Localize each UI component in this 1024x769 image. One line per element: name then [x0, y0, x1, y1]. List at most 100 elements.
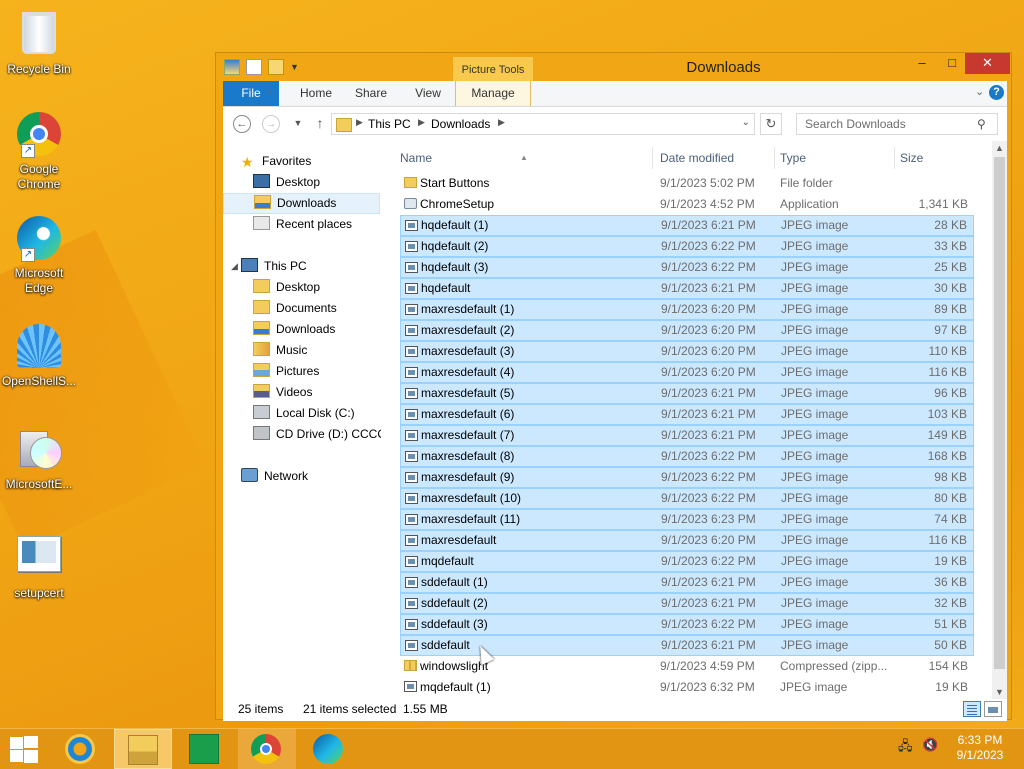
- chevron-right-icon[interactable]: ▶: [356, 117, 363, 128]
- open-shell-icon: [15, 324, 63, 372]
- file-row[interactable]: maxresdefault (1) 9/1/2023 6:20 PM JPEG im…: [400, 299, 974, 320]
- file-row[interactable]: mqdefault 9/1/2023 6:22 PM JPEG image 19 KB: [400, 551, 974, 572]
- file-row[interactable]: sddefault (1) 9/1/2023 6:21 PM JPEG image 3…: [400, 572, 974, 593]
- volume-muted-icon[interactable]: 🔇: [922, 737, 938, 753]
- file-row[interactable]: sddefault (2) 9/1/2023 6:21 PM JPEG image 3…: [400, 593, 974, 614]
- breadcrumb-downloads[interactable]: Downloads: [431, 117, 490, 131]
- file-row[interactable]: maxresdefault (3) 9/1/2023 6:20 PM JPEG im…: [400, 341, 974, 362]
- column-header-name[interactable]: Name ▲: [400, 145, 650, 171]
- file-name: sddefault: [421, 638, 470, 652]
- maximize-button[interactable]: □: [938, 53, 966, 74]
- column-header-size[interactable]: Size: [900, 145, 970, 171]
- nav-favorites[interactable]: ★ Favorites: [241, 151, 311, 172]
- file-row[interactable]: maxresdefault (4) 9/1/2023 6:20 PM JPEG im…: [400, 362, 974, 383]
- taskbar-internet-explorer[interactable]: [52, 729, 110, 769]
- nav-downloads[interactable]: Downloads: [253, 319, 335, 340]
- folder-icon: [336, 118, 352, 132]
- start-button[interactable]: [8, 735, 38, 763]
- file-row[interactable]: maxresdefault (11) 9/1/2023 6:23 PM JPEG i…: [400, 509, 974, 530]
- scroll-down-icon[interactable]: ▼: [992, 687, 1007, 697]
- file-size: 80 KB: [934, 491, 967, 505]
- close-button[interactable]: ✕: [965, 53, 1010, 74]
- column-divider[interactable]: [774, 147, 775, 169]
- expand-ribbon-chevron-icon[interactable]: ⌄: [975, 85, 984, 98]
- nav-favorites-downloads[interactable]: Downloads: [223, 193, 380, 214]
- nav-music[interactable]: Music: [253, 340, 307, 361]
- chevron-right-icon[interactable]: ▶: [498, 117, 505, 128]
- downloads-icon: [253, 321, 270, 335]
- taskbar-chrome[interactable]: [238, 729, 296, 769]
- taskbar-file-explorer[interactable]: [114, 729, 172, 769]
- title-bar[interactable]: ▼ Picture Tools Downloads – □ ✕: [216, 53, 1011, 85]
- search-input[interactable]: [796, 113, 998, 135]
- large-icons-view-button[interactable]: [984, 701, 1002, 717]
- desktop-icon-microsoft-installer[interactable]: MicrosoftE...: [0, 424, 78, 492]
- file-row[interactable]: hqdefault 9/1/2023 6:21 PM JPEG image 30 KB: [400, 278, 974, 299]
- nav-network[interactable]: Network: [241, 466, 308, 487]
- file-row[interactable]: maxresdefault (8) 9/1/2023 6:22 PM JPEG im…: [400, 446, 974, 467]
- column-header-date[interactable]: Date modified: [660, 145, 772, 171]
- file-row[interactable]: hqdefault (2) 9/1/2023 6:22 PM JPEG image 3…: [400, 236, 974, 257]
- desktop-icon-setupcert[interactable]: setupcert: [0, 528, 78, 601]
- file-row[interactable]: Start Buttons 9/1/2023 5:02 PM File folder: [400, 173, 974, 194]
- nav-this-pc[interactable]: This PC: [241, 256, 307, 277]
- network-tray-icon[interactable]: 🖧: [898, 737, 913, 759]
- breadcrumb-this-pc[interactable]: This PC: [368, 117, 411, 131]
- address-bar[interactable]: ▶ This PC ▶ Downloads ▶ ⌄: [331, 113, 755, 135]
- refresh-button[interactable]: ↻: [760, 113, 782, 135]
- file-type: JPEG image: [780, 680, 848, 694]
- chrome-icon: [251, 734, 281, 764]
- help-icon[interactable]: ?: [989, 85, 1004, 100]
- file-row[interactable]: hqdefault (1) 9/1/2023 6:21 PM JPEG image 2…: [400, 215, 974, 236]
- nav-local-disk[interactable]: Local Disk (C:): [253, 403, 355, 424]
- recent-locations-dropdown[interactable]: ▼: [289, 115, 307, 133]
- up-button[interactable]: ↑: [311, 115, 329, 133]
- details-view-button[interactable]: [963, 701, 981, 717]
- tab-home[interactable]: Home: [287, 81, 345, 106]
- file-row[interactable]: maxresdefault (9) 9/1/2023 6:22 PM JPEG im…: [400, 467, 974, 488]
- file-row[interactable]: sddefault (3) 9/1/2023 6:22 PM JPEG image 5…: [400, 614, 974, 635]
- file-row[interactable]: ChromeSetup 9/1/2023 4:52 PM Application 1,…: [400, 194, 974, 215]
- nav-recent-places[interactable]: Recent places: [253, 214, 352, 235]
- nav-favorites-desktop[interactable]: Desktop: [253, 172, 320, 193]
- tab-file[interactable]: File: [223, 81, 279, 106]
- file-row[interactable]: maxresdefault (2) 9/1/2023 6:20 PM JPEG im…: [400, 320, 974, 341]
- column-divider[interactable]: [652, 147, 653, 169]
- tab-share[interactable]: Share: [345, 81, 397, 106]
- nav-documents[interactable]: Documents: [253, 298, 337, 319]
- file-row[interactable]: maxresdefault (7) 9/1/2023 6:21 PM JPEG im…: [400, 425, 974, 446]
- tab-view[interactable]: View: [407, 81, 449, 106]
- address-dropdown-icon[interactable]: ⌄: [742, 117, 750, 128]
- file-type: JPEG image: [781, 302, 849, 316]
- file-row[interactable]: maxresdefault (10) 9/1/2023 6:22 PM JPEG i…: [400, 488, 974, 509]
- clock[interactable]: 6:33 PM 9/1/2023: [940, 733, 1020, 763]
- file-date: 9/1/2023 6:20 PM: [661, 344, 756, 358]
- vertical-scrollbar[interactable]: ▲ ▼: [992, 141, 1007, 699]
- tab-manage[interactable]: Manage: [455, 81, 531, 106]
- minimize-button[interactable]: –: [908, 53, 936, 74]
- desktop-icon-google-chrome[interactable]: ↗ Google Chrome: [0, 110, 78, 192]
- file-row[interactable]: mqdefault (1) 9/1/2023 6:32 PM JPEG image 1…: [400, 677, 974, 698]
- scroll-up-icon[interactable]: ▲: [992, 143, 1007, 153]
- forward-button[interactable]: →: [262, 115, 280, 133]
- column-divider[interactable]: [894, 147, 895, 169]
- nav-videos[interactable]: Videos: [253, 382, 312, 403]
- nav-cd-drive[interactable]: CD Drive (D:) CCCOI: [253, 424, 381, 445]
- file-row[interactable]: hqdefault (3) 9/1/2023 6:22 PM JPEG image 2…: [400, 257, 974, 278]
- expand-arrow-icon[interactable]: ◢: [231, 261, 238, 272]
- file-row[interactable]: maxresdefault (6) 9/1/2023 6:21 PM JPEG im…: [400, 404, 974, 425]
- file-row[interactable]: maxresdefault (5) 9/1/2023 6:21 PM JPEG im…: [400, 383, 974, 404]
- file-row[interactable]: maxresdefault 9/1/2023 6:20 PM JPEG image 1…: [400, 530, 974, 551]
- nav-pictures[interactable]: Pictures: [253, 361, 319, 382]
- desktop-icon-microsoft-edge[interactable]: ↗ Microsoft Edge: [0, 214, 78, 296]
- taskbar-edge[interactable]: [300, 729, 358, 769]
- scroll-thumb[interactable]: [994, 157, 1005, 669]
- column-header-type[interactable]: Type: [780, 145, 890, 171]
- taskbar-store[interactable]: [176, 729, 234, 769]
- desktop-icon-open-shell[interactable]: OpenShellS...: [0, 322, 78, 389]
- back-button[interactable]: ←: [233, 115, 251, 133]
- desktop-icon-recycle-bin[interactable]: Recycle Bin: [0, 6, 78, 77]
- chevron-right-icon[interactable]: ▶: [418, 117, 425, 128]
- nav-desktop[interactable]: Desktop: [253, 277, 320, 298]
- file-name: maxresdefault (3): [421, 344, 515, 358]
